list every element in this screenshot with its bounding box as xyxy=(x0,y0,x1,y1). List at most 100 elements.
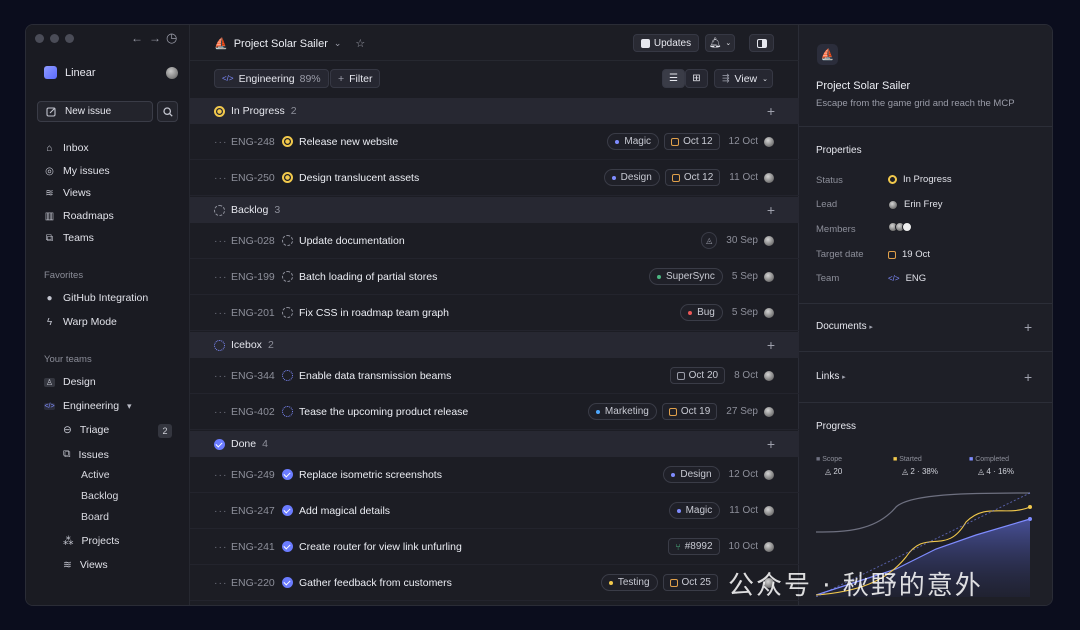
add-issue-icon[interactable]: + xyxy=(767,103,775,119)
add-issue-icon[interactable]: + xyxy=(767,202,775,218)
assignee-avatar[interactable] xyxy=(763,468,775,481)
label-tag[interactable]: SuperSync xyxy=(648,268,723,285)
more-icon[interactable]: ··· xyxy=(214,172,228,184)
issue-row[interactable]: ··· ENG-201 Fix CSS in roadmap team grap… xyxy=(190,295,799,331)
board-layout-button[interactable]: ⊞ xyxy=(685,69,708,88)
lead-value[interactable]: Erin Frey xyxy=(888,199,943,210)
assignee-avatar[interactable] xyxy=(763,135,775,148)
due-date-tag[interactable]: Oct 19 xyxy=(661,403,718,420)
issue-row[interactable]: ··· ENG-250 Design translucent assets De… xyxy=(190,160,799,196)
due-date-tag[interactable]: Oct 25 xyxy=(662,574,718,591)
issue-row[interactable]: ··· ENG-028 Update documentation ◬ 30 Se… xyxy=(190,223,799,259)
more-icon[interactable]: ··· xyxy=(214,577,228,589)
assignee-avatar[interactable] xyxy=(763,369,775,382)
team-filter-chip[interactable]: </> Engineering 89% xyxy=(214,69,329,88)
add-issue-icon[interactable]: + xyxy=(767,337,775,353)
status-value[interactable]: In Progress xyxy=(888,174,952,185)
favorite-github-integration[interactable]: ● GitHub Integration xyxy=(44,292,148,304)
members-value[interactable] xyxy=(888,222,912,232)
history-icon[interactable]: ◷ xyxy=(166,30,177,46)
assignee-avatar[interactable] xyxy=(763,540,775,553)
sidebar-item-roadmaps[interactable]: ▥ Roadmaps xyxy=(44,210,114,222)
due-date-tag[interactable]: Oct 12 xyxy=(664,169,721,186)
sidebar-item-my-issues[interactable]: ◎ My issues xyxy=(44,165,110,177)
group-header-icebox[interactable]: Icebox 2 + xyxy=(190,332,799,358)
add-document-icon[interactable]: + xyxy=(1024,319,1032,335)
star-icon[interactable]: ☆ xyxy=(355,37,365,50)
sidebar-item-teams[interactable]: ⧉ Teams xyxy=(44,232,94,244)
label-tag[interactable]: Testing xyxy=(600,574,658,591)
notifications-button[interactable]: 🔔︎ ⌄ xyxy=(705,34,735,52)
issue-row[interactable]: ··· ENG-402 Tease the upcoming product r… xyxy=(190,394,799,430)
assignee-avatar[interactable] xyxy=(763,171,775,184)
maximize-dot[interactable] xyxy=(65,34,74,43)
sidebar-item-views-sub[interactable]: ≋ Views xyxy=(63,559,108,571)
search-button[interactable] xyxy=(157,101,178,122)
assignee-avatar[interactable] xyxy=(763,270,775,283)
filter-button[interactable]: + Filter xyxy=(330,69,381,88)
issue-row[interactable]: ··· ENG-248 Release new website Magic Oc… xyxy=(190,124,799,160)
list-layout-button[interactable]: ☰ xyxy=(662,69,685,88)
issue-row[interactable]: ··· ENG-247 Add magical details Magic 11… xyxy=(190,493,799,529)
user-avatar[interactable] xyxy=(166,67,178,79)
forward-arrow-icon[interactable]: → xyxy=(149,31,161,45)
minimize-dot[interactable] xyxy=(50,34,59,43)
label-tag[interactable]: Marketing xyxy=(587,403,657,420)
more-icon[interactable]: ··· xyxy=(214,406,228,418)
label-tag[interactable]: Design xyxy=(603,169,660,186)
documents-section[interactable]: Documents ▸ xyxy=(816,321,873,332)
issue-row[interactable]: ··· ENG-249 Replace isometric screenshot… xyxy=(190,457,799,493)
more-icon[interactable]: ··· xyxy=(214,541,228,553)
sidebar-item-issues[interactable]: ⧉ Issues xyxy=(63,448,109,461)
toggle-panel-button[interactable] xyxy=(749,34,774,52)
issues-view-board[interactable]: Board xyxy=(81,511,109,523)
label-tag[interactable]: Magic xyxy=(668,502,721,519)
team-value[interactable]: </> ENG xyxy=(888,273,926,284)
back-arrow-icon[interactable]: ← xyxy=(131,31,143,45)
updates-button[interactable]: Updates xyxy=(633,34,699,52)
more-icon[interactable]: ··· xyxy=(214,505,228,517)
more-icon[interactable]: ··· xyxy=(214,136,228,148)
group-header-done[interactable]: Done 4 + xyxy=(190,431,799,457)
issues-view-backlog[interactable]: Backlog xyxy=(81,490,118,502)
sidebar-item-views[interactable]: ≋ Views xyxy=(44,187,91,199)
new-issue-button[interactable]: New issue xyxy=(37,101,153,122)
priority-tag[interactable]: ◬ xyxy=(701,232,718,249)
due-date-tag[interactable]: Oct 20 xyxy=(669,367,726,384)
label-tag[interactable]: Design xyxy=(663,466,720,483)
pull-request-tag[interactable]: ⑂ #8992 xyxy=(668,538,720,555)
issue-row[interactable]: ··· ENG-220 Gather feedback from custome… xyxy=(190,565,799,601)
more-icon[interactable]: ··· xyxy=(214,307,228,319)
due-date-tag[interactable]: Oct 12 xyxy=(664,133,720,150)
close-dot[interactable] xyxy=(35,34,44,43)
team-design[interactable]: ♙ Design xyxy=(44,376,96,388)
more-icon[interactable]: ··· xyxy=(214,370,228,382)
group-header-in-progress[interactable]: In Progress 2 + xyxy=(190,98,799,124)
issue-row[interactable]: ··· ENG-199 Batch loading of partial sto… xyxy=(190,259,799,295)
assignee-avatar[interactable] xyxy=(763,306,775,319)
label-tag[interactable]: Bug xyxy=(680,304,723,321)
more-icon[interactable]: ··· xyxy=(214,271,228,283)
view-options-button[interactable]: ⇶ View ⌄ xyxy=(714,69,773,88)
issues-view-active[interactable]: Active xyxy=(81,469,110,481)
team-engineering[interactable]: </> Engineering ▾ xyxy=(44,400,132,412)
assignee-avatar[interactable] xyxy=(763,504,775,517)
issue-row[interactable]: ··· ENG-241 Create router for view link … xyxy=(190,529,799,565)
workspace-switcher[interactable]: Linear xyxy=(44,66,96,79)
sidebar-item-projects[interactable]: ⁂ Projects xyxy=(63,535,119,547)
issue-row[interactable]: ··· ENG-344 Enable data transmission bea… xyxy=(190,358,799,394)
sidebar-item-inbox[interactable]: ⌂ Inbox xyxy=(44,142,88,154)
add-link-icon[interactable]: + xyxy=(1024,369,1032,385)
target-date-value[interactable]: 19 Oct xyxy=(888,249,930,260)
more-icon[interactable]: ··· xyxy=(214,235,228,247)
project-breadcrumb[interactable]: ⛵ Project Solar Sailer ⌄ ☆ xyxy=(214,37,365,51)
links-section[interactable]: Links ▸ xyxy=(816,371,846,382)
label-tag[interactable]: Magic xyxy=(607,133,660,150)
assignee-avatar[interactable] xyxy=(763,234,775,247)
group-header-backlog[interactable]: Backlog 3 + xyxy=(190,197,799,223)
favorite-warp-mode[interactable]: ϟ Warp Mode xyxy=(44,316,117,328)
assignee-avatar[interactable] xyxy=(763,405,775,418)
more-icon[interactable]: ··· xyxy=(214,469,228,481)
sidebar-item-triage[interactable]: ⊖ Triage xyxy=(63,424,109,436)
add-issue-icon[interactable]: + xyxy=(767,436,775,452)
